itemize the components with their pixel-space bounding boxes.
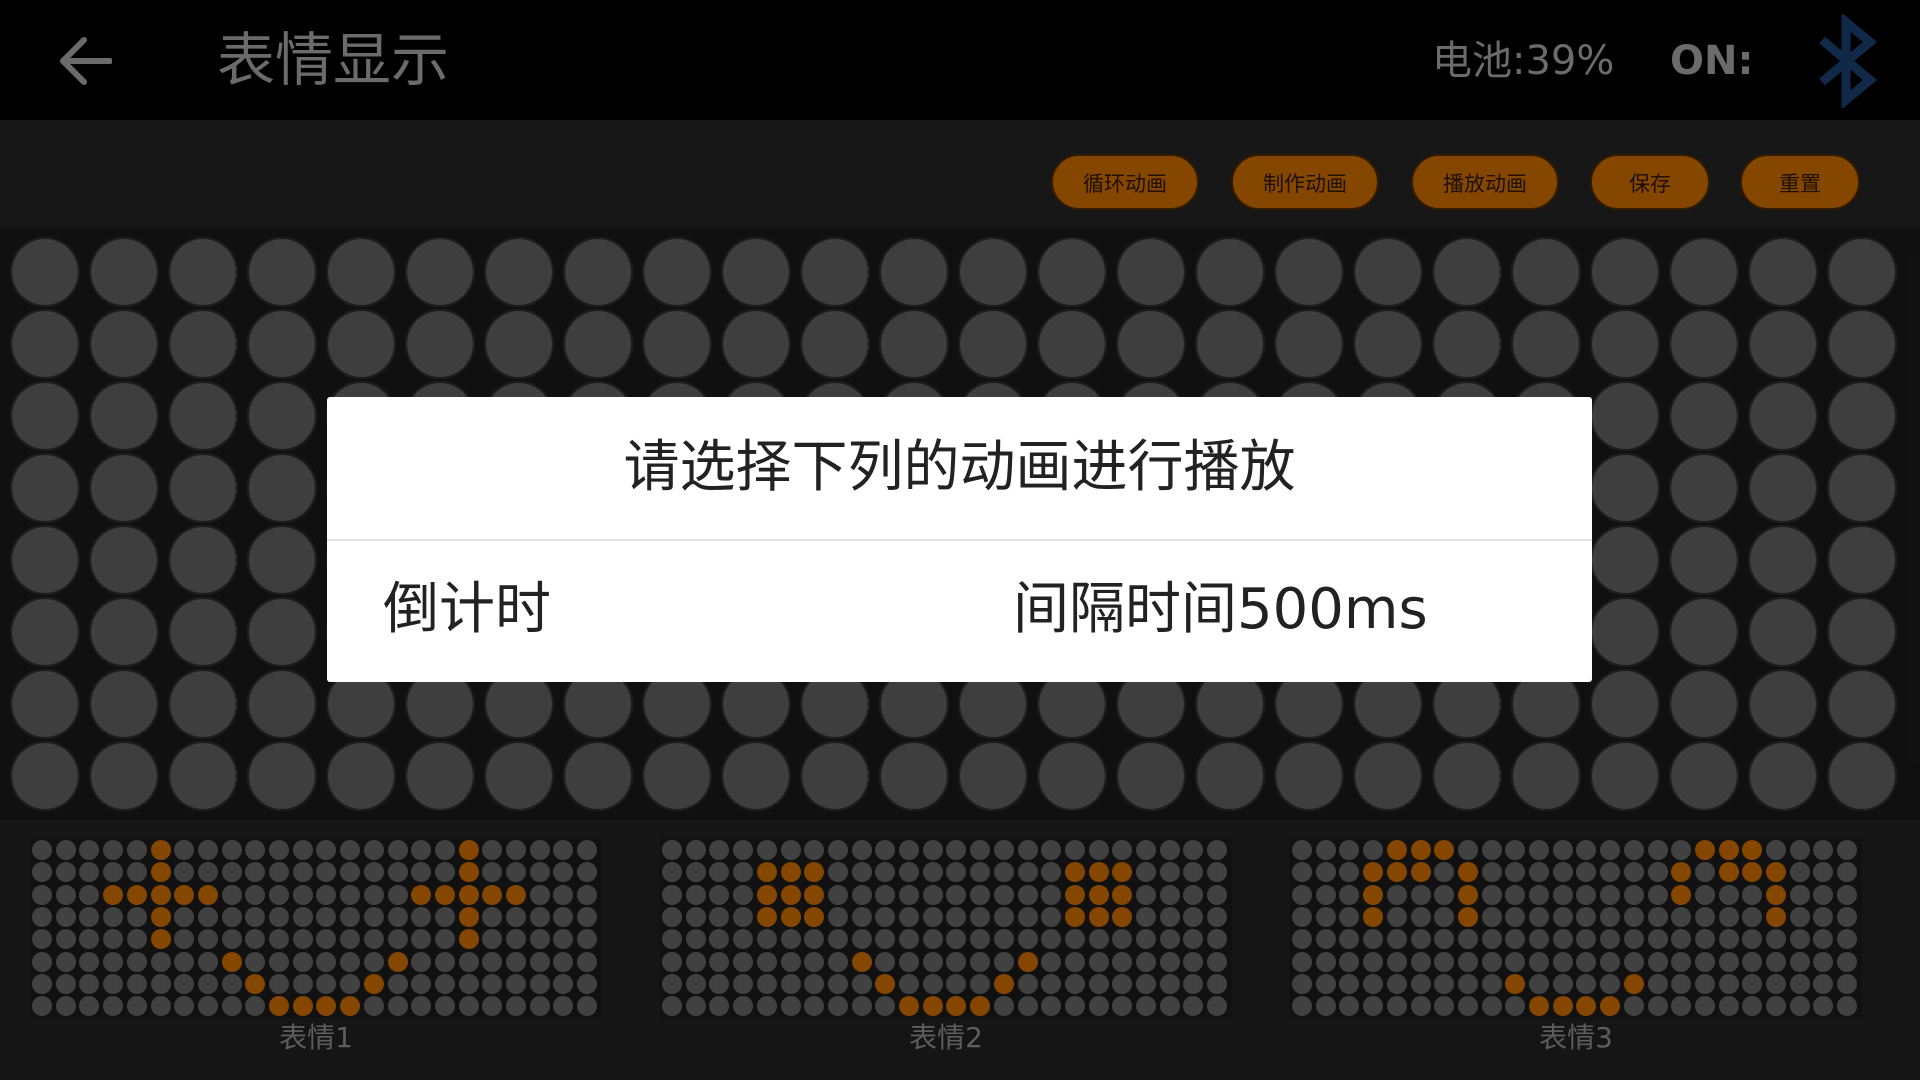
animation-select-dialog: 请选择下列的动画进行播放 倒计时 间隔时间500ms xyxy=(327,397,1592,682)
animation-option-interval[interactable]: 间隔时间500ms xyxy=(1013,575,1428,645)
dialog-divider xyxy=(327,539,1592,541)
animation-option-name[interactable]: 倒计时 xyxy=(383,575,551,645)
dialog-title: 请选择下列的动画进行播放 xyxy=(623,435,1296,500)
